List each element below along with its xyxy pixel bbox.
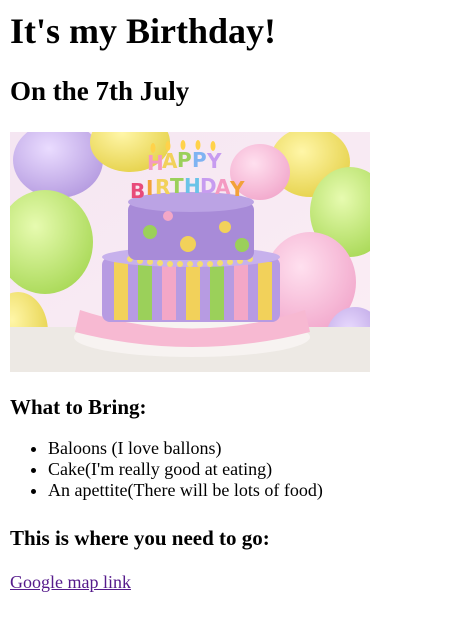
svg-text:T: T xyxy=(170,174,184,198)
svg-text:I: I xyxy=(146,176,153,200)
svg-text:P: P xyxy=(192,148,207,172)
svg-text:A: A xyxy=(215,175,231,199)
page-title: It's my Birthday! xyxy=(10,11,277,51)
google-map-link[interactable]: Google map link xyxy=(10,571,131,593)
directions-heading: This is where you need to go: xyxy=(10,526,270,550)
bring-heading: What to Bring: xyxy=(10,395,147,419)
svg-text:B: B xyxy=(130,179,145,203)
list-item: An apettite(There will be lots of food) xyxy=(48,480,457,501)
page: It's my Birthday! On the 7th July H A P … xyxy=(0,8,467,593)
list-item: Cake(I'm really good at eating) xyxy=(48,459,457,480)
svg-text:A: A xyxy=(162,149,178,173)
birthday-cake-image: H A P P Y B I R T H D A Y xyxy=(10,132,370,372)
svg-text:H: H xyxy=(184,174,201,198)
bring-list: Baloons (I love ballons) Cake(I'm really… xyxy=(10,438,457,501)
svg-text:Y: Y xyxy=(229,177,245,201)
page-subtitle: On the 7th July xyxy=(10,76,190,106)
svg-text:P: P xyxy=(177,148,192,172)
svg-text:R: R xyxy=(155,175,170,199)
list-item: Baloons (I love ballons) xyxy=(48,438,457,459)
svg-text:Y: Y xyxy=(206,149,222,173)
